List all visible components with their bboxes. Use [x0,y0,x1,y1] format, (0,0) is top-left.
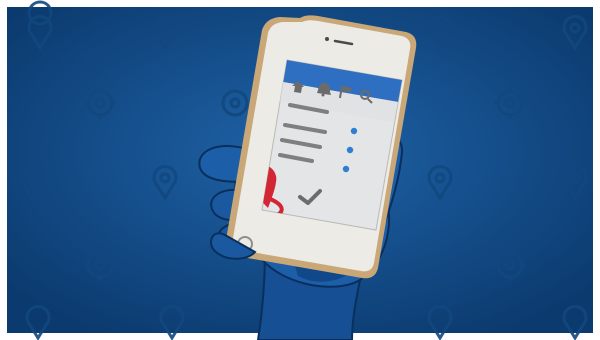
illustration-scene [0,0,600,340]
